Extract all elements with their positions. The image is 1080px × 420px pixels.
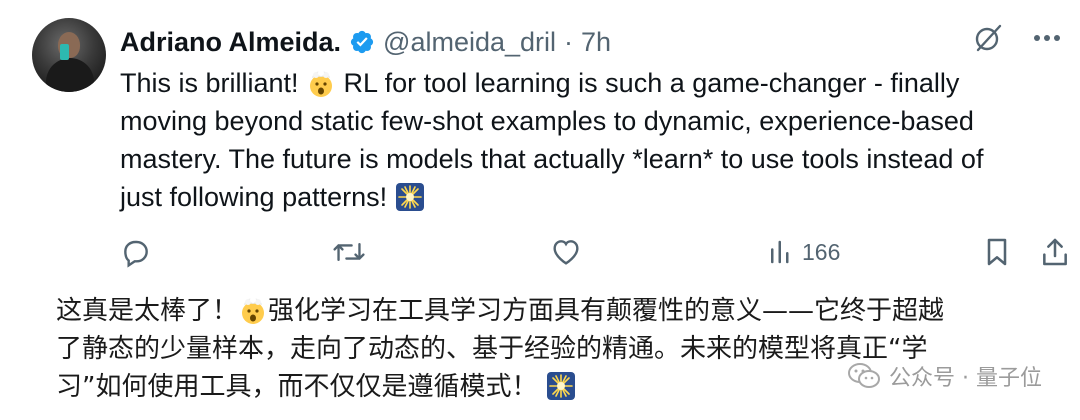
like-button[interactable] — [550, 232, 582, 272]
tweet-text-line-2: moving beyond static few-shot examples t… — [120, 106, 974, 136]
tweet-time[interactable]: 7h — [581, 27, 611, 58]
exploding-head-emoji — [238, 295, 268, 325]
tweet-text-line-4: just following patterns! — [120, 178, 1060, 216]
sparkle-emoji — [546, 371, 576, 401]
tweet-text-line-3: mastery. The future is models that actua… — [120, 144, 984, 174]
watermark: 公众号 · 量子位 — [847, 360, 1042, 392]
grok-icon[interactable] — [972, 22, 1004, 54]
more-icon[interactable] — [1032, 33, 1062, 43]
separator-dot: · — [564, 26, 574, 57]
views-icon — [768, 237, 794, 267]
watermark-text: 公众号 · 量子位 — [889, 366, 1042, 391]
views-button[interactable]: 166 — [768, 232, 840, 272]
tweet-actions: 166 — [0, 232, 1080, 272]
tweet-header: Adriano Almeida. @almeida_dril · 7h — [120, 24, 611, 60]
bookmark-button[interactable] — [982, 232, 1012, 272]
wechat-icon — [847, 361, 881, 391]
views-count: 166 — [802, 238, 841, 265]
translation-line-1: 这真是太棒了！ 强化学习在工具学习方面具有颠覆性的意义——它终于超越 — [56, 295, 945, 326]
sparkle-emoji — [395, 182, 425, 212]
author-handle[interactable]: @almeida_dril — [383, 27, 556, 58]
top-right-controls — [972, 22, 1062, 54]
tweet-card[interactable]: Adriano Almeida. @almeida_dril · 7h This… — [0, 0, 1080, 290]
avatar-body — [46, 58, 94, 92]
avatar-phone — [60, 44, 69, 60]
tweet-text-line-1: This is brilliant! RL for tool learning … — [120, 68, 960, 98]
retweet-icon — [332, 236, 366, 268]
share-icon — [1040, 236, 1070, 268]
avatar[interactable] — [32, 18, 106, 92]
share-button[interactable] — [1040, 232, 1070, 272]
reply-button[interactable] — [120, 232, 152, 272]
verified-badge-icon — [349, 29, 375, 55]
retweet-button[interactable] — [332, 232, 366, 272]
like-icon — [550, 236, 582, 268]
bookmark-icon — [982, 236, 1012, 268]
reply-icon — [120, 236, 152, 268]
tweet-text: This is brilliant! RL for tool learning … — [120, 64, 1060, 216]
exploding-head-emoji — [306, 68, 336, 98]
author-name[interactable]: Adriano Almeida. — [120, 27, 341, 58]
